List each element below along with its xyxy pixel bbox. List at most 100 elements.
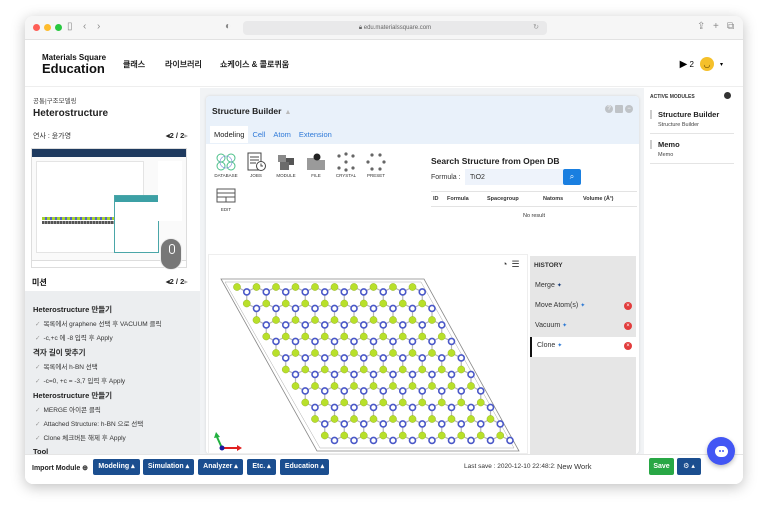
atom-carbon xyxy=(330,415,339,423)
zoom-window-button[interactable] xyxy=(55,24,62,31)
menu-etc[interactable]: Etc. ▴ xyxy=(247,459,276,475)
tab-mission[interactable]: 미션 xyxy=(29,277,73,290)
atom-carbon xyxy=(437,431,446,440)
atom-nitrogen xyxy=(340,288,349,296)
list-icon[interactable]: ☰ xyxy=(511,259,519,270)
atom-nitrogen xyxy=(272,304,280,313)
minimize-icon[interactable]: − xyxy=(625,105,633,113)
chat-button[interactable] xyxy=(707,437,735,465)
active-module-memo[interactable]: Memo Memo xyxy=(650,140,734,164)
menu-simulation[interactable]: Simulation ▴ xyxy=(143,459,194,475)
delete-icon[interactable]: × xyxy=(624,342,632,350)
atom-nitrogen xyxy=(311,304,319,313)
atom-carbon xyxy=(398,398,407,407)
history-item-vacuum[interactable]: Vacuum ✦ × xyxy=(530,317,636,337)
history-item-move-atoms[interactable]: Move Atom(s) ✦ × xyxy=(530,297,636,317)
logo-bottom[interactable]: Education xyxy=(42,61,105,76)
tool-module[interactable]: MODULE xyxy=(271,152,301,178)
atom-carbon xyxy=(418,398,427,407)
close-window-button[interactable] xyxy=(33,24,40,31)
mission-item[interactable]: ✓ Clone 체크버튼 해제 후 Apply xyxy=(33,432,192,442)
module-title[interactable]: Structure Builder ▲ xyxy=(212,106,291,116)
atom-carbon xyxy=(369,349,378,357)
mission-item[interactable]: ✓ -c,+c 에 -8 입력 후 Apply xyxy=(33,332,192,342)
slide-pager-text: 2 / 2 xyxy=(169,131,185,140)
module-tabs: Modeling Cell Atom Extension xyxy=(210,126,336,143)
privacy-shield-icon[interactable]: ◐ xyxy=(225,21,231,33)
menu-analyzer[interactable]: Analyzer ▴ xyxy=(198,459,243,475)
mission-item[interactable]: ✓ 목록에서 graphene 선택 후 VACUUM 클릭 xyxy=(33,318,192,328)
save-button[interactable]: Save xyxy=(649,458,674,475)
pin-icon[interactable]: ✦ xyxy=(557,343,562,349)
col-natoms[interactable]: Natoms xyxy=(543,196,583,202)
avatar[interactable]: ◡ xyxy=(699,57,714,71)
col-formula[interactable]: Formula xyxy=(447,196,487,202)
memo-icon[interactable] xyxy=(615,105,623,113)
reload-icon[interactable]: ↻ xyxy=(533,21,539,35)
col-spacegroup[interactable]: Spacegroup xyxy=(487,196,543,202)
nav-showcase[interactable]: 쇼케이스 & 콜로퀴움 xyxy=(220,59,289,70)
share-icon[interactable]: ⇪ xyxy=(697,21,705,33)
collapse-caret-icon[interactable]: ▲ xyxy=(284,109,291,116)
view-mode-icon[interactable]: ◔ xyxy=(502,259,507,270)
mission-item[interactable]: ✓ -c=0, +c = -3,7 입력 후 Apply xyxy=(33,375,192,385)
lattice-canvas[interactable] xyxy=(209,255,529,454)
tool-edit[interactable]: EDIT xyxy=(211,186,241,212)
atom-carbon xyxy=(301,398,310,407)
active-module-structure-builder[interactable]: Structure Builder Structure Builder xyxy=(650,110,734,134)
back-icon[interactable]: ‹ xyxy=(83,21,86,33)
atom-nitrogen xyxy=(457,420,466,428)
next-mission-icon[interactable]: ▸ xyxy=(184,277,188,286)
atom-carbon xyxy=(340,398,349,407)
tool-jobs[interactable]: JOBS xyxy=(241,152,271,178)
minimize-window-button[interactable] xyxy=(44,24,51,31)
address-bar[interactable]: 🔒︎ edu.materialssquare.com ↻ xyxy=(243,21,547,35)
pin-icon[interactable]: ✦ xyxy=(562,323,567,329)
settings-gear-icon[interactable] xyxy=(724,92,731,99)
sidebar-toggle-icon[interactable]: ▯ xyxy=(67,21,73,33)
tool-crystal[interactable]: CRYSTAL xyxy=(331,152,361,178)
nav-library[interactable]: 라이브러리 xyxy=(165,59,202,70)
import-module-button[interactable]: Import Module ⊕ xyxy=(32,464,88,472)
pin-icon[interactable]: ✦ xyxy=(580,303,585,309)
work-name-input[interactable] xyxy=(555,458,648,474)
delete-icon[interactable]: × xyxy=(624,302,632,310)
tab-cell[interactable]: Cell xyxy=(248,126,269,143)
tool-file[interactable]: FILE xyxy=(301,152,331,178)
search-button[interactable]: ⌕ xyxy=(563,169,581,185)
caret-down-icon[interactable]: ▾ xyxy=(720,61,723,68)
run-jobs[interactable]: ▶ 2 xyxy=(680,59,694,70)
mission-item[interactable]: ✓ Attached Structure: h-BN 으로 선택 xyxy=(33,418,192,428)
structure-viewer[interactable] xyxy=(208,254,528,454)
tab-extension[interactable]: Extension xyxy=(295,126,336,143)
delete-icon[interactable]: × xyxy=(624,322,632,330)
history-item-merge[interactable]: Merge ✦ xyxy=(530,277,636,297)
tab-modeling[interactable]: Modeling xyxy=(210,126,249,143)
tab-atom[interactable]: Atom xyxy=(269,126,295,143)
menu-modeling[interactable]: Modeling ▴ xyxy=(93,459,140,475)
tool-label: MODULE xyxy=(276,173,296,178)
history-item-clone[interactable]: Clone ✦ × xyxy=(530,337,636,357)
col-volume[interactable]: Volume (Å³) xyxy=(583,196,633,202)
mission-item[interactable]: ✓ 목록에서 h-BN 선택 xyxy=(33,361,192,371)
nav-class[interactable]: 클래스 xyxy=(123,59,145,70)
atom-carbon xyxy=(389,316,397,324)
mission-item[interactable]: ✓ MERGE 아이콘 클릭 xyxy=(33,404,192,414)
help-icon[interactable]: ? xyxy=(605,105,613,113)
col-id[interactable]: ID xyxy=(433,196,447,202)
menu-education[interactable]: Education ▴ xyxy=(280,459,329,475)
next-slide-icon[interactable]: ▸ xyxy=(184,131,188,140)
smiley-face-icon: ◡ xyxy=(703,59,711,69)
atom-carbon xyxy=(379,431,388,440)
atom-carbon xyxy=(301,332,310,341)
settings-menu-button[interactable]: ⚙ ▴ xyxy=(677,458,701,475)
forward-icon[interactable]: › xyxy=(97,21,100,33)
atom-carbon xyxy=(457,431,466,440)
new-tab-icon[interactable]: + xyxy=(713,21,719,33)
formula-input[interactable] xyxy=(465,169,563,185)
tool-database[interactable]: DATABASE xyxy=(211,152,241,178)
tool-preset[interactable]: PRESET xyxy=(361,152,391,178)
module-title-text: Structure Builder xyxy=(212,106,282,116)
tab-overview-icon[interactable]: ⧉ xyxy=(727,21,734,33)
pin-icon[interactable]: ✦ xyxy=(557,283,562,289)
